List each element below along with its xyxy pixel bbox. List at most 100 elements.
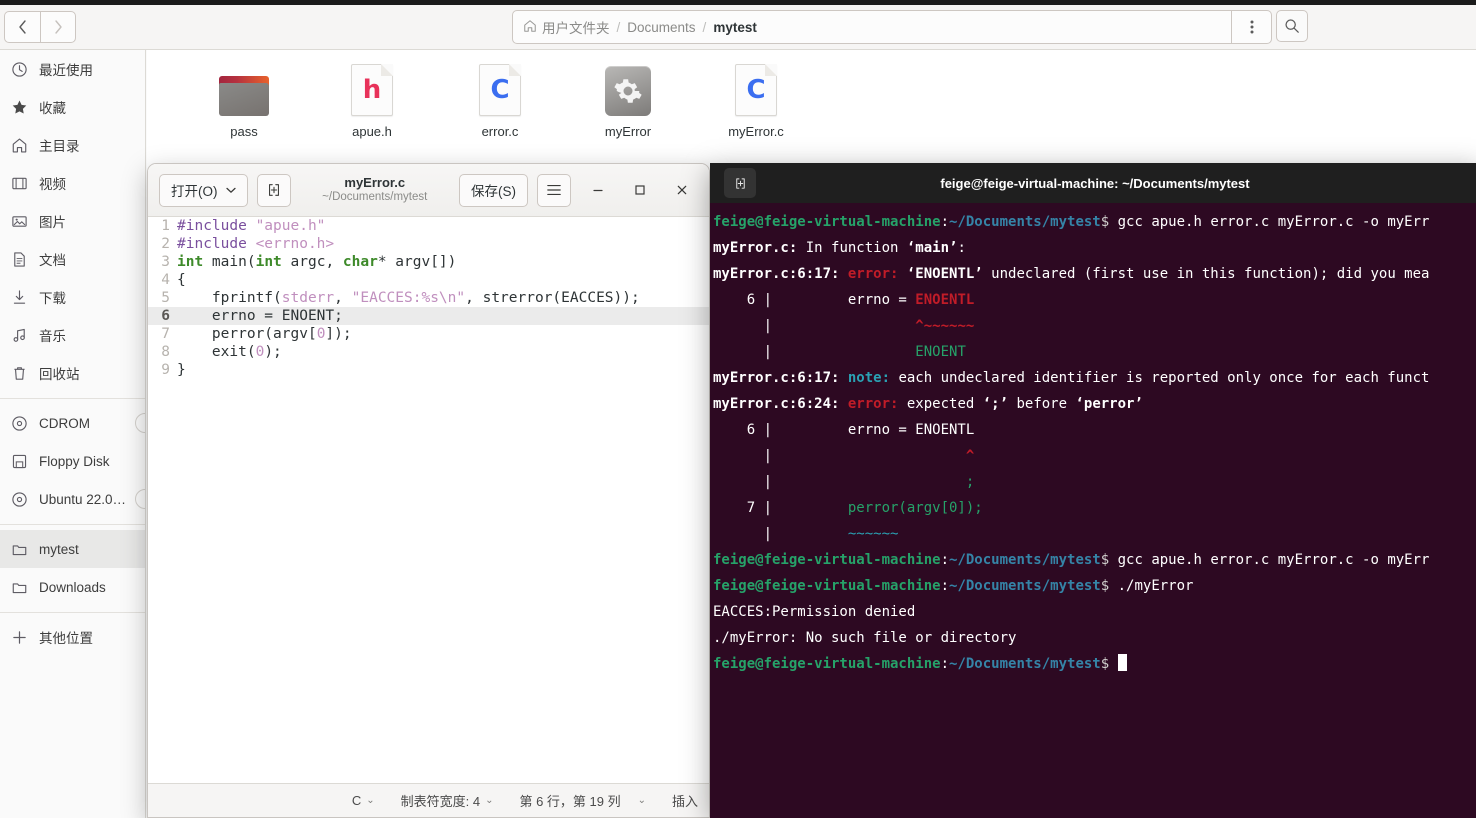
terminal-line: feige@feige-virtual-machine:~/Documents/… [710, 573, 1476, 599]
breadcrumb-segment-2[interactable]: mytest [713, 20, 757, 35]
sidebar-item-pictures[interactable]: 图片 [0, 202, 145, 240]
terminal-line: myError.c:6:24: error: expected ‘;’ befo… [710, 391, 1476, 417]
insert-mode[interactable]: 插入 [659, 791, 709, 810]
code-line: 9} [148, 361, 709, 379]
terminal-text: ^~~~~~~ [915, 318, 975, 334]
code-editor-area[interactable]: 1 #include "apue.h" 2 #include <errno.h> 3 in… [148, 217, 709, 784]
sidebar-item-floppy-disk[interactable]: Floppy Disk [0, 442, 145, 480]
terminal-window[interactable]: feige@feige-virtual-machine: ~/Documents… [710, 163, 1476, 818]
sidebar-item-videos[interactable]: 视频 [0, 164, 145, 202]
terminal-text: expected [906, 396, 983, 412]
editor-header-bar: 打开(O) myError.c ~/Documents/mytest 保存(S) [148, 164, 709, 217]
eject-button[interactable] [135, 413, 145, 433]
text-editor-window[interactable]: 打开(O) myError.c ~/Documents/mytest 保存(S) [147, 163, 710, 818]
terminal-cursor [1117, 654, 1127, 671]
code-line: 2 #include <errno.h> [148, 235, 709, 253]
sidebar-divider [0, 612, 145, 613]
terminal-text: error: [847, 266, 907, 282]
tab-width-label: 制表符宽度: 4 [400, 794, 481, 809]
hamburger-menu-button[interactable] [537, 173, 571, 207]
code-token: main( [203, 254, 256, 270]
terminal-output-area[interactable]: feige@feige-virtual-machine:~/Documents/… [710, 203, 1476, 818]
code-line: 4{ [148, 271, 709, 289]
code-token: * argv[]) [377, 254, 457, 270]
sidebar-divider [0, 524, 145, 525]
terminal-text: ENOENT [915, 344, 966, 360]
breadcrumb-separator: / [702, 19, 707, 35]
music-icon [8, 326, 30, 344]
open-file-button[interactable]: 打开(O) [159, 173, 248, 207]
back-button[interactable] [4, 11, 40, 43]
maximize-button[interactable] [619, 170, 661, 210]
code-line: 6 errno = ENOENT; [148, 307, 709, 325]
sidebar-item-downloads-bookmark[interactable]: Downloads [0, 568, 145, 606]
c-source-file-icon: C [701, 60, 811, 116]
cursor-position[interactable]: 第 6 行，第 19 列 ⌄ [506, 791, 659, 810]
terminal-text: 6 | errno = [713, 292, 916, 308]
breadcrumb-segment-0[interactable]: 用户文件夹 [542, 17, 610, 37]
save-button[interactable]: 保存(S) [459, 173, 528, 207]
terminal-prompt-symbol: $ [1100, 214, 1110, 230]
minimize-button[interactable] [577, 170, 619, 210]
hamburger-menu-icon [547, 184, 561, 196]
terminal-text: myError.c:6:17: [713, 266, 848, 282]
terminal-line: feige@feige-virtual-machine:~/Documents/… [710, 547, 1476, 573]
eject-button[interactable] [135, 489, 145, 509]
sidebar-item-label: 其他位置 [39, 631, 93, 646]
file-item-pass[interactable]: pass [189, 60, 299, 139]
breadcrumb-segment-1[interactable]: Documents [627, 20, 695, 35]
terminal-prompt-user: feige@feige-virtual-machine [713, 656, 941, 672]
file-item-myerror-c[interactable]: C myError.c [701, 60, 811, 139]
terminal-line: feige@feige-virtual-machine:~/Documents/… [710, 209, 1476, 235]
terminal-prompt-symbol: $ [1100, 578, 1110, 594]
language-label: C [351, 793, 362, 808]
terminal-text: undeclared (first use in this function);… [982, 266, 1430, 282]
close-button[interactable] [661, 170, 703, 210]
terminal-text: ‘main’ [906, 240, 958, 256]
language-selector[interactable]: C ⌄ [339, 793, 388, 808]
search-icon [1285, 19, 1299, 33]
sidebar-item-cdrom[interactable]: CDROM [0, 404, 145, 442]
terminal-title: feige@feige-virtual-machine: ~/Documents… [940, 175, 1250, 191]
sidebar-item-home[interactable]: 主目录 [0, 126, 145, 164]
sidebar-item-starred[interactable]: 收藏 [0, 88, 145, 126]
search-button[interactable] [1276, 10, 1308, 42]
terminal-text: ./myError: No such file or directory [713, 630, 1017, 646]
tab-width-selector[interactable]: 制表符宽度: 4 ⌄ [388, 791, 507, 810]
kebab-menu-icon [1250, 20, 1253, 34]
file-label: pass [230, 124, 258, 139]
file-item-error-c[interactable]: C error.c [445, 60, 555, 139]
sidebar-item-downloads[interactable]: 下载 [0, 278, 145, 316]
sidebar-item-label: 最近使用 [39, 63, 93, 78]
places-sidebar[interactable]: 最近使用 收藏 主目录 视频 图片 文档 下载 音乐 回收站 CDROM Flo… [0, 50, 146, 818]
terminal-prompt-colon: : [940, 578, 950, 594]
cursor-position-label: 第 6 行，第 19 列 [519, 794, 621, 809]
line-number: 5 [161, 290, 170, 306]
sidebar-item-documents[interactable]: 文档 [0, 240, 145, 278]
terminal-command: gcc apue.h error.c myError.c -o myErr [1109, 552, 1430, 568]
sidebar-item-ubuntu-disc[interactable]: Ubuntu 22.0… [0, 480, 145, 518]
sidebar-item-label: 文档 [39, 253, 66, 268]
sidebar-item-trash[interactable]: 回收站 [0, 354, 145, 392]
new-tab-button[interactable] [256, 173, 291, 207]
sidebar-item-mytest[interactable]: mytest [0, 530, 145, 568]
terminal-text: myError.c:6:17: [713, 370, 848, 386]
forward-button[interactable] [40, 11, 76, 43]
sidebar-item-music[interactable]: 音乐 [0, 316, 145, 354]
line-number: 4 [161, 272, 170, 288]
terminal-text: myError.c:6:24: [713, 396, 848, 412]
terminal-prompt-user: feige@feige-virtual-machine [713, 214, 941, 230]
chevron-down-icon [225, 187, 236, 193]
breadcrumb-path-bar[interactable]: 用户文件夹 / Documents / mytest [512, 10, 1232, 44]
kebab-menu-button[interactable] [1232, 10, 1272, 44]
sidebar-item-recent[interactable]: 最近使用 [0, 50, 145, 88]
c-header-file-icon: h [317, 60, 427, 116]
disc-icon [8, 414, 30, 432]
terminal-text: | [713, 474, 966, 490]
file-item-myerror[interactable]: myError [573, 60, 683, 139]
sidebar-item-other-locations[interactable]: 其他位置 [0, 618, 145, 656]
code-token: <errno.h> [255, 236, 335, 252]
file-item-apue-h[interactable]: h apue.h [317, 60, 427, 139]
terminal-line: myError.c: In function ‘main’: [710, 235, 1476, 261]
terminal-line: 7 | perror(argv[0]); [710, 495, 1476, 521]
